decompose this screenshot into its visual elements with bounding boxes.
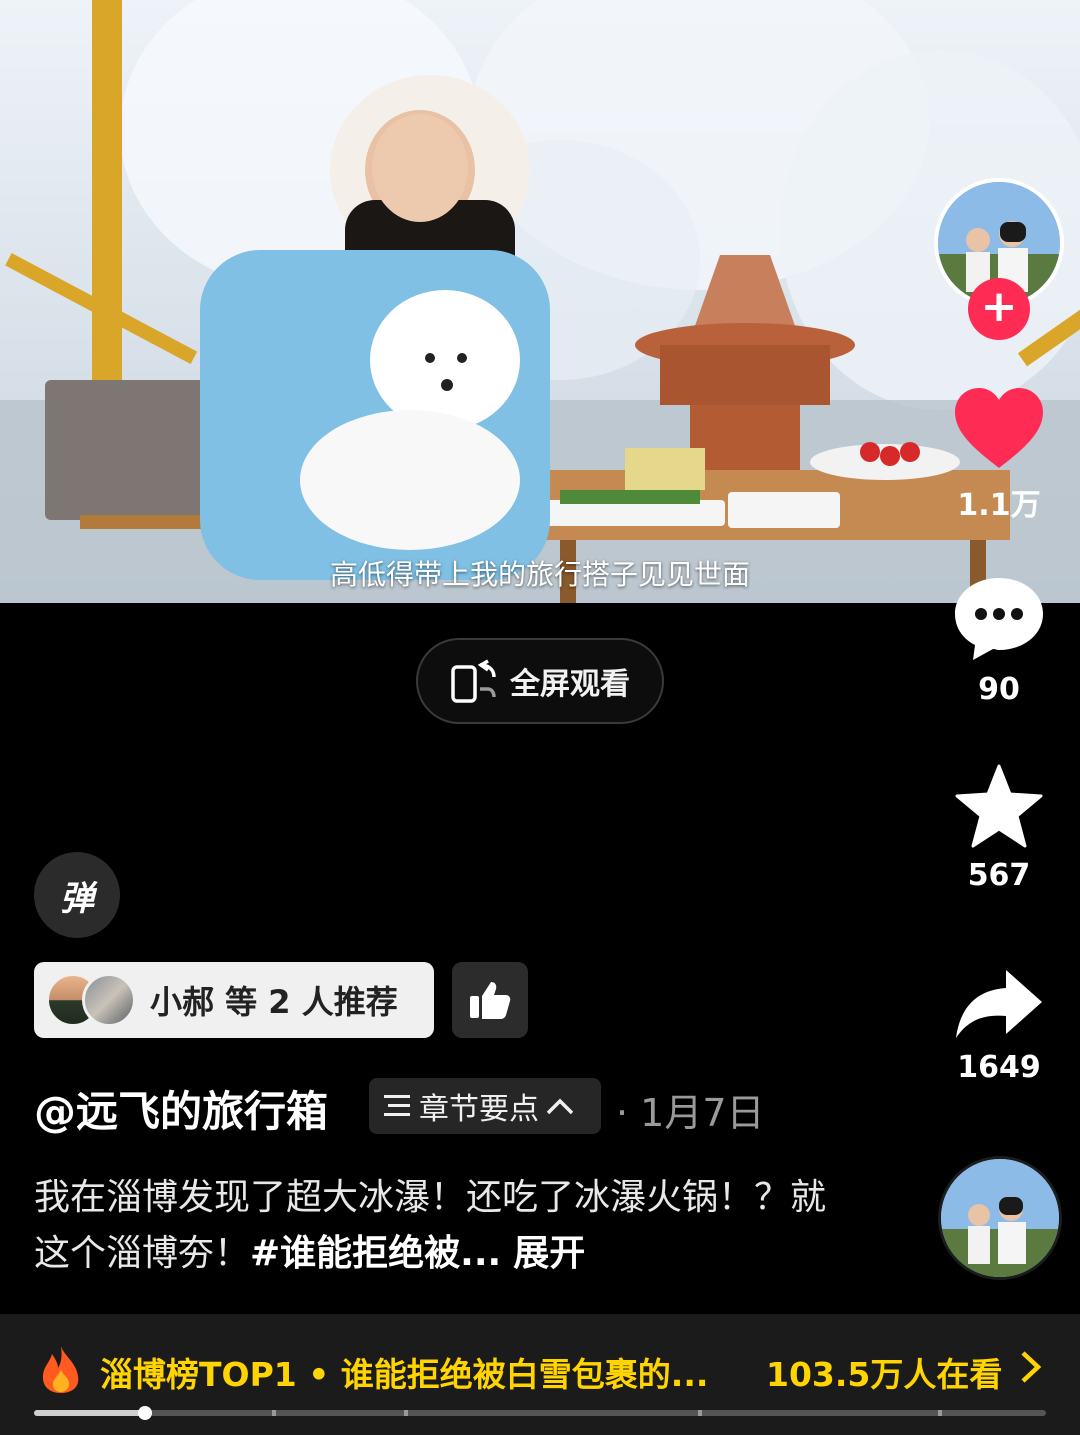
hot-ranking-bar[interactable]: 淄博榜TOP1 • 谁能拒绝被白雪包裹的... 103.5万人在看 [0, 1314, 1080, 1435]
favorite-count: 567 [967, 858, 1031, 893]
danmaku-toggle[interactable]: 弹 [34, 852, 120, 938]
rotate-screen-icon [451, 659, 496, 703]
chapter-marker [272, 1410, 276, 1416]
music-disc[interactable] [938, 1156, 1062, 1280]
share-arrow-icon [956, 970, 1042, 1038]
heart-icon [955, 388, 1043, 468]
comment-count: 90 [978, 672, 1020, 707]
music-cover-icon [941, 1159, 1059, 1277]
fullscreen-button[interactable]: 全屏观看 [416, 638, 664, 724]
ranking-text: 淄博榜TOP1 • 谁能拒绝被白雪包裹的... [100, 1355, 709, 1394]
creator-avatar[interactable]: + [934, 178, 1064, 340]
expand-button[interactable]: 展开 [513, 1233, 585, 1274]
like-count: 1.1万 [957, 488, 1041, 523]
chapters-label: 章节要点 [419, 1092, 539, 1127]
star-icon [955, 764, 1043, 848]
chapter-list-icon [384, 1095, 410, 1116]
video-player[interactable]: 高低得带上我的旅行搭子见见世面 [0, 0, 1080, 603]
post-date: · 1月7日 [616, 1091, 765, 1135]
danmaku-label: 弹 [60, 878, 94, 919]
plus-icon: + [980, 281, 1018, 332]
thumbs-up-icon [470, 982, 511, 1019]
recommend-bar[interactable]: 小郝 等 2 人推荐 [34, 962, 434, 1038]
like-button[interactable]: 1.1万 [939, 386, 1059, 524]
video-subtitle: 高低得带上我的旅行搭子见见世面 [329, 558, 750, 591]
fullscreen-label: 全屏观看 [510, 667, 630, 702]
recommender-avatar [82, 973, 136, 1027]
recommend-text: 小郝 等 2 人推荐 [150, 983, 398, 1021]
video-frame-image [0, 0, 1080, 603]
follow-button[interactable]: + [968, 278, 1030, 340]
chevron-right-icon [1021, 1351, 1042, 1383]
video-description: 我在淄博发现了超大冰瀑！还吃了冰瀑火锅！？就这个淄博夯！#谁能拒绝被... 展开 [34, 1170, 834, 1282]
viewer-count: 103.5万人在看 [766, 1355, 1003, 1394]
progress-fill [34, 1410, 146, 1416]
chapters-button[interactable]: 章节要点 [369, 1078, 601, 1134]
chevron-up-icon [546, 1098, 574, 1115]
chapter-marker [938, 1410, 942, 1416]
share-button[interactable]: 1649 [939, 968, 1059, 1085]
comment-bubble-icon [955, 578, 1043, 660]
favorite-button[interactable]: 567 [939, 764, 1059, 893]
hashtag-link[interactable]: #谁能拒绝被... [250, 1233, 501, 1274]
share-count: 1649 [957, 1050, 1041, 1085]
chapter-marker [404, 1410, 408, 1416]
recommend-button[interactable] [452, 962, 528, 1038]
author-name[interactable]: @远飞的旅行箱 [34, 1078, 328, 1139]
playback-progress-bar[interactable] [34, 1406, 1046, 1420]
comment-button[interactable]: 90 [939, 576, 1059, 707]
chapter-marker [698, 1410, 702, 1416]
fire-icon [42, 1346, 79, 1393]
